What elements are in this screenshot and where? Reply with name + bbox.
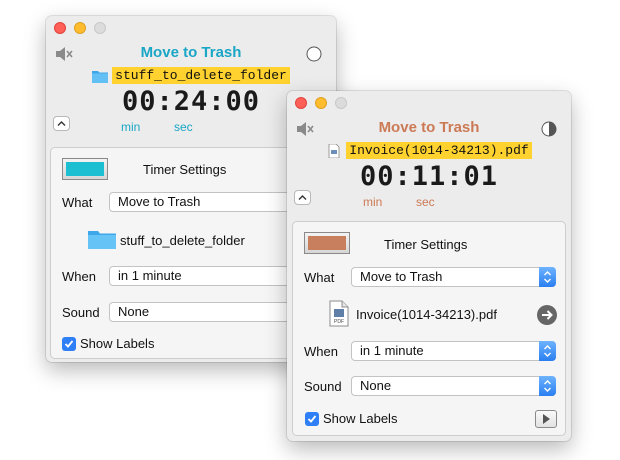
pdf-file-icon: PDF [329,300,349,327]
close-button[interactable] [54,22,66,34]
checkmark-icon [307,415,317,423]
timer-settings-title: Timer Settings [384,237,468,252]
window-title: Move to Trash [378,119,480,136]
title-bar[interactable] [46,16,336,38]
target-file-name: Invoice(1014-34213).pdf [346,142,532,159]
stepper-icon [539,376,556,396]
chevron-up-icon [298,195,307,200]
folder-icon [92,70,109,83]
play-button[interactable] [535,410,557,428]
minimize-button[interactable] [74,22,86,34]
countdown-display: 00:11:01 [359,161,499,192]
what-label: What [304,270,335,285]
circle-icon[interactable] [306,46,322,62]
play-icon [543,414,550,424]
sound-label: Sound [304,379,342,394]
swatch-fill [66,162,104,176]
what-label: What [62,195,93,210]
when-value: in 1 minute [360,343,424,358]
zoom-button [335,97,347,109]
title-bar[interactable] [287,91,571,113]
sound-popup[interactable]: None [351,376,556,396]
seconds-label: sec [416,195,435,209]
show-labels-label: Show Labels [80,336,155,351]
what-popup[interactable]: Move to Trash [351,267,556,287]
window-title: Move to Trash [140,44,242,61]
color-swatch[interactable] [304,232,350,254]
timer-window-pdf: Move to Trash Invoice(1014-34213).pdf 00… [287,91,571,441]
arrow-right-icon[interactable] [537,305,557,325]
sound-value: None [360,378,392,393]
when-label: When [304,344,338,359]
half-circle-icon[interactable] [541,121,557,137]
minutes-label: min [363,195,383,209]
color-swatch[interactable] [62,158,108,180]
when-label: When [62,269,96,284]
target-name: stuff_to_delete_folder [120,233,245,248]
collapse-button[interactable] [53,116,70,131]
stepper-icon [539,267,556,287]
swatch-fill [308,236,346,250]
folder-icon [88,231,116,249]
chevron-up-icon [57,121,66,126]
target-file-line: Invoice(1014-34213).pdf [287,142,571,159]
close-button[interactable] [295,97,307,109]
pdf-file-icon [328,143,340,158]
what-value: Move to Trash [360,269,443,284]
minutes-label: min [121,120,141,134]
when-popup[interactable]: in 1 minute [351,341,556,361]
show-labels-checkbox[interactable] [62,337,76,351]
target-name: Invoice(1014-34213).pdf [356,307,497,322]
stepper-icon [539,341,556,361]
timer-settings-panel: Timer Settings What Move to Trash PDF In… [292,221,566,436]
minimize-button[interactable] [315,97,327,109]
pdf-label: PDF [334,319,344,325]
checkmark-icon [64,340,74,348]
target-file-line: stuff_to_delete_folder [46,67,336,84]
sound-label: Sound [62,305,100,320]
collapse-button[interactable] [294,190,311,205]
show-labels-checkbox[interactable] [305,412,319,426]
show-labels-label: Show Labels [323,411,398,426]
zoom-button [94,22,106,34]
seconds-label: sec [174,120,193,134]
timer-settings-title: Timer Settings [143,162,227,177]
target-file-name: stuff_to_delete_folder [112,67,290,84]
